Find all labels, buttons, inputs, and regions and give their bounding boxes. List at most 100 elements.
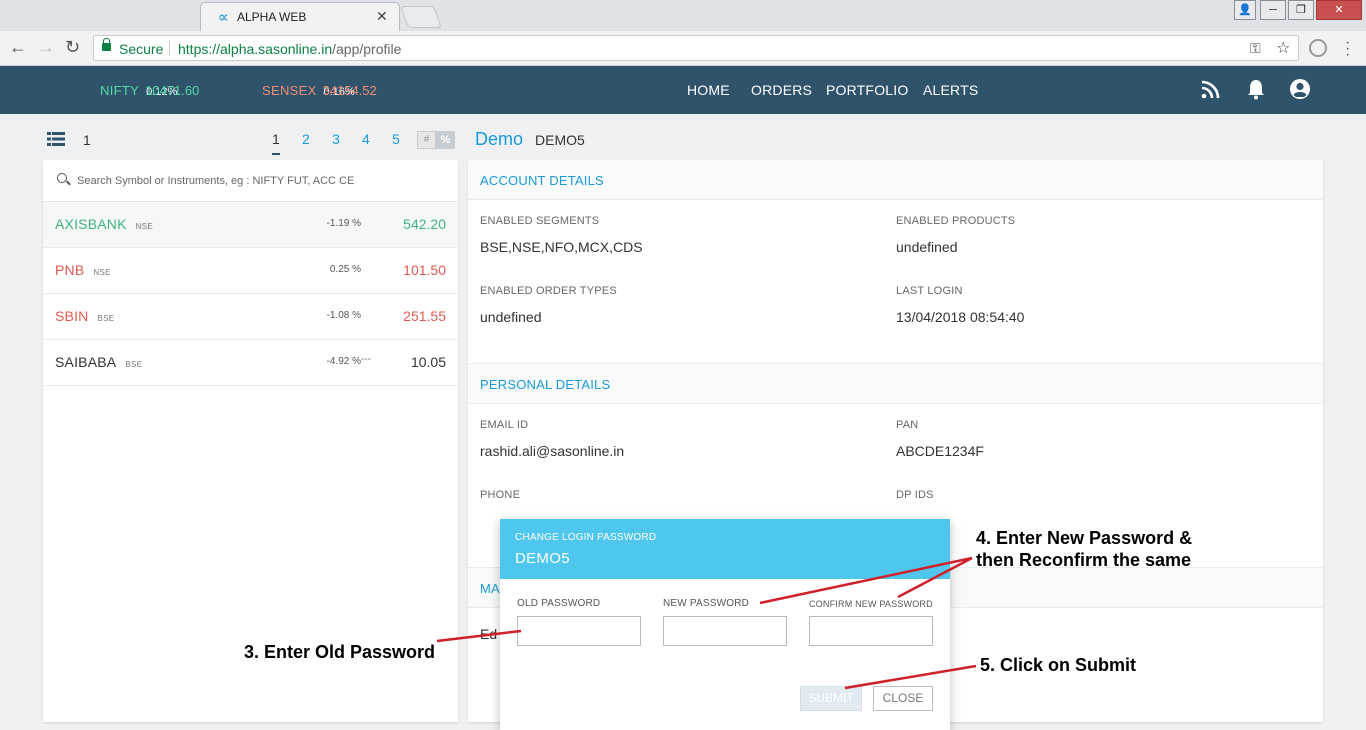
close-button[interactable]: CLOSE xyxy=(873,686,933,711)
exchange-label: NSE xyxy=(93,268,111,277)
search-icon xyxy=(57,173,67,183)
watchlist-page-5[interactable]: 5 xyxy=(392,131,400,147)
edit-link-partial[interactable]: Ed xyxy=(480,626,497,642)
rss-icon[interactable] xyxy=(1200,78,1222,100)
browser-tab[interactable]: ∝ ALPHA WEB ✕ xyxy=(200,2,400,31)
annotation-step-4-line-2: then Reconfirm the same xyxy=(976,550,1192,570)
watchlist-panel: AXISBANK NSE -1.19 % 542.20 PNB NSE 0.25 %… xyxy=(43,160,458,722)
alpha-favicon-icon: ∝ xyxy=(218,9,229,26)
lock-icon xyxy=(102,38,111,51)
annotation-step-5: 5. Click on Submit xyxy=(980,655,1137,675)
last-price: 251.55 xyxy=(403,308,446,324)
nav-orders[interactable]: ORDERS xyxy=(751,82,812,98)
dp-ids-label: DP IDS xyxy=(896,489,934,501)
nifty-index[interactable]: NIFTY 10471.60 0.12% xyxy=(100,83,199,98)
modal-header: CHANGE LOGIN PASSWORD DEMO5 xyxy=(500,519,950,579)
url-text[interactable]: https://alpha.sasonline.in/app/profile xyxy=(178,41,401,57)
nav-alerts[interactable]: ALERTS xyxy=(923,82,978,98)
browser-menu-icon[interactable]: · · · xyxy=(1345,35,1350,63)
email-label: EMAIL ID xyxy=(480,419,529,431)
change-display-toggle[interactable]: # % xyxy=(417,131,455,149)
key-icon[interactable]: ⚿ xyxy=(1250,40,1261,57)
reload-icon[interactable]: ↻ xyxy=(65,37,80,58)
annotation-step-3: 3. Enter Old Password xyxy=(244,642,436,662)
symbol-name: PNB xyxy=(55,262,85,278)
address-bar[interactable]: Secure https://alpha.sasonline.in/app/pr… xyxy=(93,35,1299,61)
nav-home[interactable]: HOME xyxy=(687,82,730,98)
last-login-label: LAST LOGIN xyxy=(896,285,963,297)
old-password-label: OLD PASSWORD xyxy=(517,598,601,609)
modal-user: DEMO5 xyxy=(515,550,570,567)
percent-change-toggle[interactable]: % xyxy=(436,131,455,149)
sensex-index[interactable]: SENSEX 34154.52 0.16% xyxy=(262,83,377,98)
enabled-products-value: undefined xyxy=(896,239,958,255)
search-input[interactable] xyxy=(77,171,437,191)
watchlist-row[interactable]: SBIN BSE -1.08 % 251.55 xyxy=(43,294,458,340)
profile-name: Demo xyxy=(475,129,524,149)
enabled-order-types-value: undefined xyxy=(480,309,542,325)
new-password-input[interactable] xyxy=(663,616,787,646)
absolute-change-toggle[interactable]: # xyxy=(417,131,436,149)
symbol-search xyxy=(43,160,458,202)
bell-icon[interactable] xyxy=(1245,78,1267,100)
browser-toolbar: ← → ↻ Secure https://alpha.sasonline.in/… xyxy=(0,31,1366,66)
app-header: NIFTY 10471.60 0.12% SENSEX 34154.52 0.16% H… xyxy=(0,66,1366,114)
confirm-password-input[interactable] xyxy=(809,616,933,646)
maximize-window-button[interactable]: ❐ xyxy=(1288,0,1314,20)
last-price: 10.05 xyxy=(410,354,446,370)
minimize-window-button[interactable]: ─ xyxy=(1260,0,1286,20)
extension-icon[interactable] xyxy=(1309,39,1327,57)
account-details-header: ACCOUNT DETAILS xyxy=(468,160,1323,200)
watchlist-page-2[interactable]: 2 xyxy=(302,131,310,147)
nav-portfolio[interactable]: PORTFOLIO xyxy=(826,82,908,98)
enabled-segments-label: ENABLED SEGMENTS xyxy=(480,215,600,227)
symbol-name: AXISBANK xyxy=(55,216,127,232)
submit-button[interactable]: SUBMIT xyxy=(800,686,862,711)
exchange-label: NSE xyxy=(135,222,153,231)
user-icon[interactable] xyxy=(1289,78,1311,100)
tab-title: ALPHA WEB xyxy=(237,10,307,24)
watchlist-row[interactable]: SAIBABA BSE -4.92 % --- 10.05 xyxy=(43,340,458,386)
percent-change: -4.92 % xyxy=(326,356,361,367)
personal-details-header: PERSONAL DETAILS xyxy=(468,364,1323,404)
change-password-modal: CHANGE LOGIN PASSWORD DEMO5 OLD PASSWORD… xyxy=(500,519,950,730)
pan-label: PAN xyxy=(896,419,919,431)
percent-change: 0.25 % xyxy=(329,264,361,275)
pan-value: ABCDE1234F xyxy=(896,443,984,459)
enabled-products-label: ENABLED PRODUCTS xyxy=(896,215,1016,227)
tab-close-icon[interactable]: ✕ xyxy=(376,8,388,25)
symbol-name: SBIN xyxy=(55,308,89,324)
profile-client-id: DEMO5 xyxy=(535,132,585,148)
last-price: 101.50 xyxy=(403,262,446,278)
annotation-step-4-line-1: 4. Enter New Password & xyxy=(976,528,1193,548)
exchange-label: BSE xyxy=(125,360,143,369)
list-menu-icon[interactable] xyxy=(47,132,65,146)
close-window-button[interactable]: ✕ xyxy=(1316,0,1362,20)
browser-tab-strip: ∝ ALPHA WEB ✕ 👤 ─ ❐ ✕ xyxy=(0,0,1366,31)
forward-arrow-icon[interactable]: → xyxy=(37,37,55,58)
watchlist-page-1[interactable]: 1 xyxy=(272,131,280,155)
watchlist-page-3[interactable]: 3 xyxy=(332,131,340,147)
symbol-name: SAIBABA xyxy=(55,354,117,370)
exchange-label: BSE xyxy=(97,314,115,323)
new-password-label: NEW PASSWORD xyxy=(663,598,750,609)
percent-change: -1.19 % xyxy=(326,218,361,229)
bookmark-star-icon[interactable]: ☆ xyxy=(1276,38,1290,58)
new-tab-button[interactable] xyxy=(399,6,443,28)
percent-change: -1.08 % xyxy=(326,310,361,321)
email-value: rashid.ali@sasonline.in xyxy=(480,443,625,459)
last-price: 542.20 xyxy=(403,216,446,232)
last-login-value: 13/04/2018 08:54:40 xyxy=(896,309,1025,325)
watchlist-row[interactable]: PNB NSE 0.25 % 101.50 xyxy=(43,248,458,294)
no-data-indicator: --- xyxy=(361,354,371,365)
confirm-password-label: CONFIRM NEW PASSWORD xyxy=(809,599,933,609)
old-password-input[interactable] xyxy=(517,616,641,646)
enabled-order-types-label: ENABLED ORDER TYPES xyxy=(480,285,617,297)
watchlist-row[interactable]: AXISBANK NSE -1.19 % 542.20 xyxy=(43,202,458,248)
current-watchlist-number: 1 xyxy=(83,132,91,148)
user-profile-window-button[interactable]: 👤 xyxy=(1234,0,1256,20)
phone-label: PHONE xyxy=(480,489,521,501)
modal-title: CHANGE LOGIN PASSWORD xyxy=(515,532,657,543)
watchlist-page-4[interactable]: 4 xyxy=(362,131,370,147)
back-arrow-icon[interactable]: ← xyxy=(9,37,27,58)
